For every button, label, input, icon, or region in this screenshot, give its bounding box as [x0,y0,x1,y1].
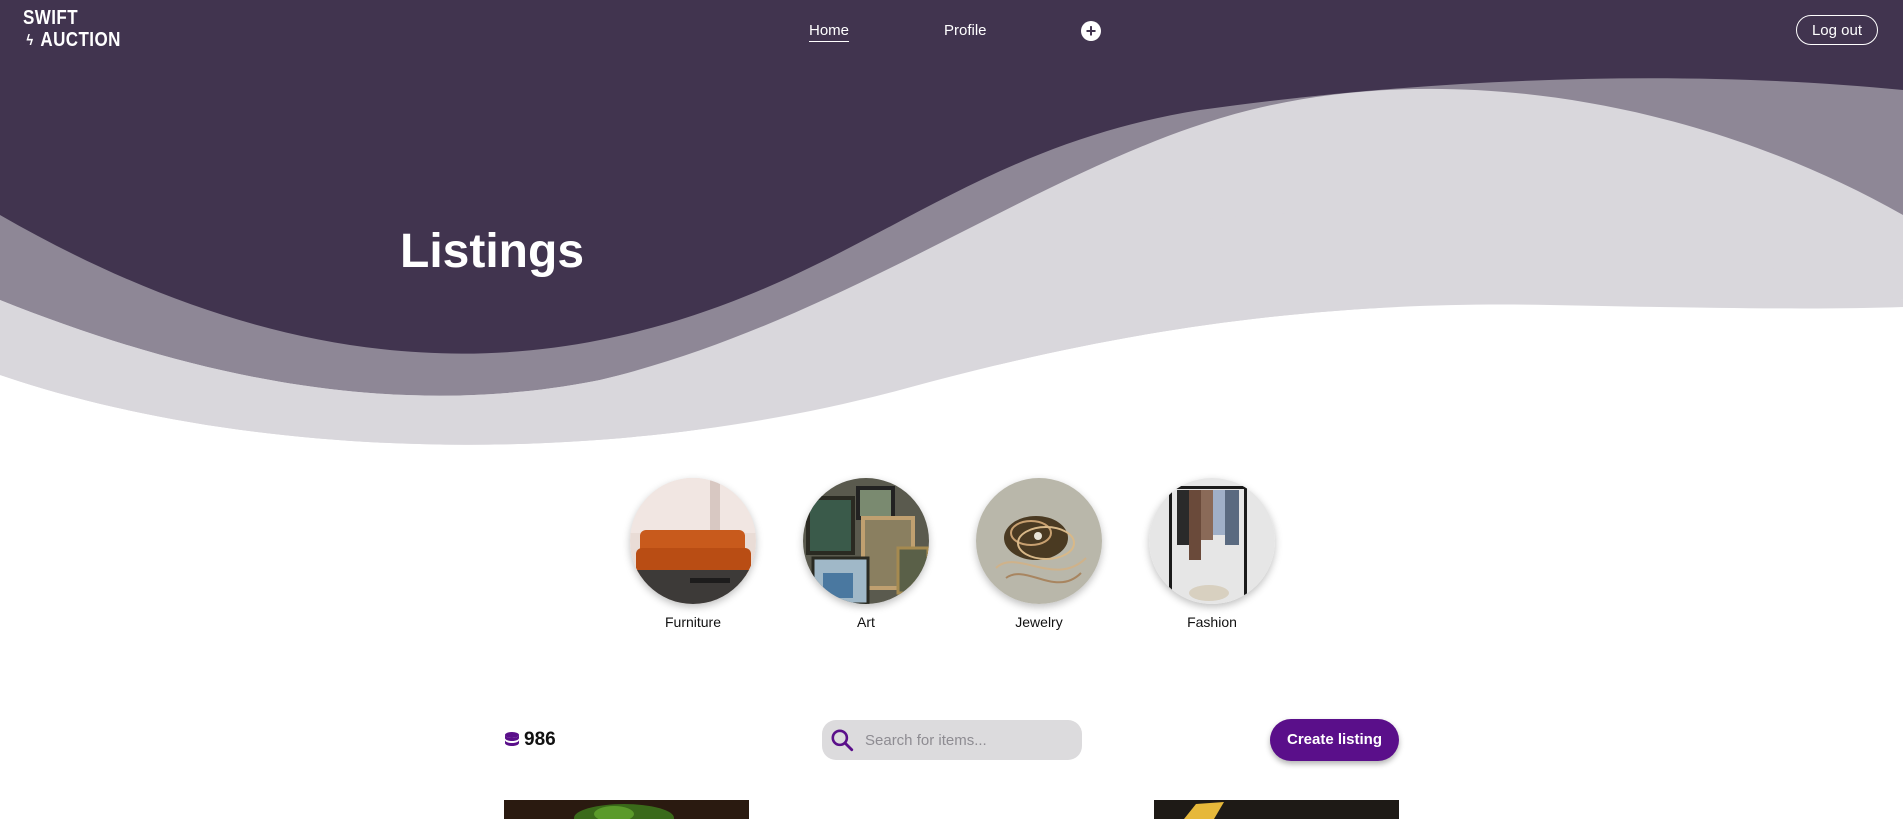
category-art[interactable]: Art [803,478,929,630]
listing-card-image[interactable] [1154,800,1399,819]
category-fashion[interactable]: Fashion [1149,478,1275,630]
category-label: Furniture [664,614,722,630]
category-label: Art [857,614,875,630]
create-listing-button[interactable]: Create listing [1270,719,1399,761]
search-icon[interactable] [829,727,855,753]
fashion-image [1149,478,1275,604]
category-furniture[interactable]: Furniture [630,478,756,630]
coins-icon [505,732,519,746]
plus-circle-icon[interactable]: + [1081,21,1101,41]
nav-home-link[interactable]: Home [809,22,849,39]
art-image [803,478,929,604]
search-bar[interactable] [822,720,1082,760]
listing-card-image[interactable] [504,800,749,819]
bolt-icon: ϟ [26,31,34,49]
search-input[interactable] [863,730,1057,750]
hero-waves [0,0,1903,450]
furniture-image [630,478,756,604]
logo-line2: AUCTION [40,29,121,51]
logout-button[interactable]: Log out [1796,15,1878,45]
logo-line1: SWIFT [23,7,79,29]
category-jewelry[interactable]: Jewelry [976,478,1102,630]
category-label: Fashion [1187,614,1237,630]
credits-display: 986 [504,729,556,751]
top-navbar: SWIFT ϟ AUCTION Home Profile + Log out [0,0,1903,63]
nav-profile-link[interactable]: Profile [944,22,987,39]
swift-auction-logo[interactable]: SWIFT ϟ AUCTION [23,8,138,50]
page-title: Listings [400,225,585,279]
jewelry-image [976,478,1102,604]
credits-amount: 986 [524,729,556,750]
category-label: Jewelry [1015,614,1063,630]
